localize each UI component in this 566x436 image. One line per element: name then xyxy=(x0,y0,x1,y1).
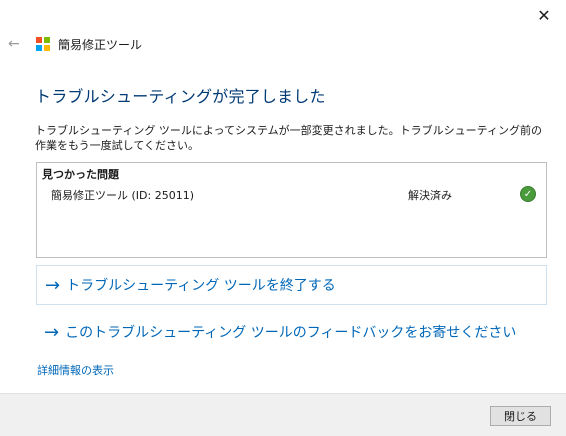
windows-logo-icon xyxy=(36,37,50,51)
logo-square-green xyxy=(44,37,50,43)
close-icon: ✕ xyxy=(537,5,551,25)
status-text: 解決済み xyxy=(408,189,452,202)
feedback-link[interactable]: → このトラブルシューティング ツールのフィードバックをお寄せください xyxy=(36,312,547,352)
title-bar: ← 簡易修正ツール xyxy=(8,34,142,54)
description-text: トラブルシューティング ツールによってシステムが一部変更されました。トラブルシュ… xyxy=(35,124,542,152)
check-icon: ✓ xyxy=(523,188,533,200)
arrow-right-icon: → xyxy=(45,274,61,296)
list-item: 簡易修正ツール (ID: 25011) 解決済み ✓ xyxy=(37,185,546,203)
footer-bar: 閉じる xyxy=(0,393,566,436)
arrow-right-icon: → xyxy=(44,321,60,343)
details-link[interactable]: 詳細情報の表示 xyxy=(37,362,114,378)
logo-square-red xyxy=(36,37,42,43)
app-title: 簡易修正ツール xyxy=(58,37,143,52)
close-button[interactable]: 閉じる xyxy=(490,406,551,426)
check-circle-icon: ✓ xyxy=(520,186,536,202)
feedback-label: このトラブルシューティング ツールのフィードバックをお寄せください xyxy=(65,325,517,341)
logo-square-yellow xyxy=(44,45,50,51)
close-troubleshooter-link[interactable]: → トラブルシューティング ツールを終了する xyxy=(36,265,547,305)
back-arrow-icon[interactable]: ← xyxy=(8,36,30,52)
logo-square-blue xyxy=(36,45,42,51)
problems-header: 見つかった問題 xyxy=(42,168,119,181)
close-troubleshooter-label: トラブルシューティング ツールを終了する xyxy=(66,278,336,294)
page-title: トラブルシューティングが完了しました xyxy=(35,87,326,106)
problem-name: 簡易修正ツール (ID: 25011) xyxy=(51,189,194,202)
close-window-button[interactable]: ✕ xyxy=(530,4,558,26)
problems-list: 見つかった問題 簡易修正ツール (ID: 25011) 解決済み ✓ xyxy=(36,162,547,258)
